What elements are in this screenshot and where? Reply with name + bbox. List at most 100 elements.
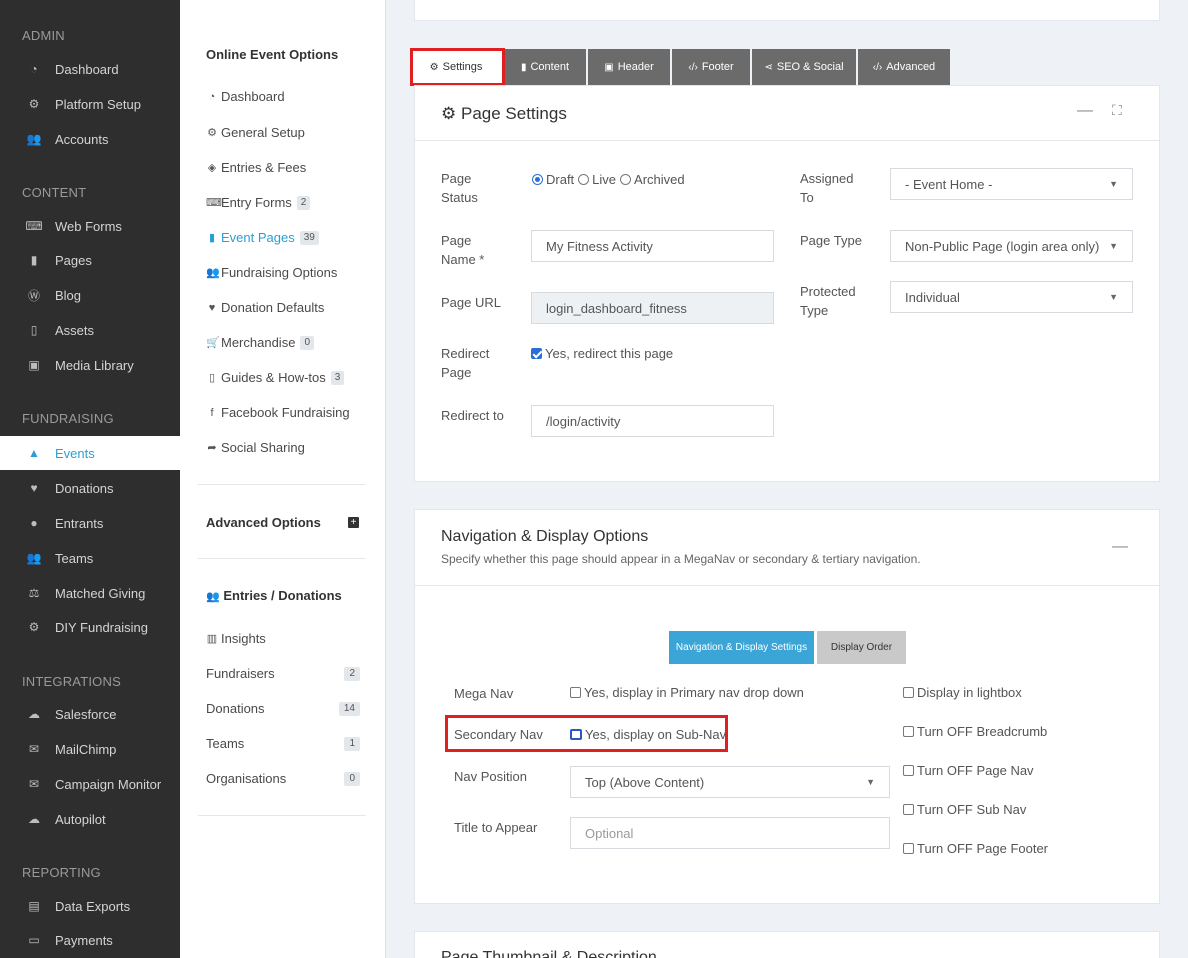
status-archived-radio[interactable] bbox=[620, 174, 632, 185]
subnav-insights[interactable]: ▥ Insights bbox=[206, 631, 266, 646]
turn-off-page-nav-row[interactable]: Turn OFF Page Nav bbox=[903, 763, 1034, 778]
sidebar-item-campaign-monitor[interactable]: ✉ Campaign Monitor bbox=[0, 767, 180, 801]
sidebar-item-entrants[interactable]: ● Entrants bbox=[0, 506, 180, 540]
page-url-input[interactable]: login_dashboard_fitness bbox=[531, 292, 774, 324]
subnav-donation-defaults[interactable]: ♥ Donation Defaults bbox=[206, 300, 325, 315]
redirect-to-input[interactable]: /login/activity bbox=[531, 405, 774, 437]
sidebar-item-dashboard[interactable]: ◔ Dashboard bbox=[0, 52, 180, 86]
file-icon: ▮ bbox=[520, 61, 527, 73]
subnav-organisations[interactable]: Organisations 0 bbox=[206, 771, 360, 786]
heart-icon: ♥ bbox=[30, 481, 38, 495]
display-in-lightbox-row[interactable]: Display in lightbox bbox=[903, 685, 1022, 700]
turn-off-breadcrumb-row[interactable]: Turn OFF Breadcrumb bbox=[903, 724, 1047, 739]
display-in-lightbox-checkbox[interactable] bbox=[903, 687, 914, 698]
tab-advanced[interactable]: ‹/› Advanced bbox=[858, 49, 950, 85]
subnav-dashboard[interactable]: ◔ Dashboard bbox=[206, 89, 285, 104]
sidebar-item-platform-setup[interactable]: ⚙ Platform Setup bbox=[0, 87, 180, 121]
subnav-entry-forms[interactable]: ⌨ Entry Forms 2 bbox=[206, 195, 311, 210]
navigation-display-title: Navigation & Display Options bbox=[441, 528, 649, 545]
plus-square-icon: + bbox=[348, 517, 359, 528]
page-settings-title: ⚙ Page Settings bbox=[441, 104, 567, 123]
redirect-page-checkbox-row[interactable]: Yes, redirect this page bbox=[531, 346, 673, 361]
sidebar-item-pages[interactable]: ▮ Pages bbox=[0, 243, 180, 277]
subnav-teams[interactable]: Teams 1 bbox=[206, 736, 360, 751]
sidebar-item-matched-giving[interactable]: ⚖ Matched Giving bbox=[0, 576, 180, 610]
expand-icon[interactable]: ⛶ bbox=[1112, 102, 1122, 119]
sidebar-item-media-library[interactable]: ▣ Media Library bbox=[0, 348, 180, 382]
envelope-icon: ✉ bbox=[28, 742, 40, 756]
protected-type-select[interactable]: Individual ▼ bbox=[890, 281, 1133, 313]
page-type-select[interactable]: Non-Public Page (login area only) ▼ bbox=[890, 230, 1133, 262]
minimize-icon[interactable]: — bbox=[1077, 102, 1093, 120]
users-icon: 👥 bbox=[206, 267, 220, 279]
previous-card bbox=[414, 0, 1160, 21]
display-order-button[interactable]: Display Order bbox=[817, 631, 906, 664]
subnav-event-pages[interactable]: ▮ Event Pages 39 bbox=[206, 230, 319, 245]
subnav-guides-howtos[interactable]: ▯ Guides & How-tos 3 bbox=[206, 370, 345, 385]
organisations-count-badge: 0 bbox=[344, 771, 360, 786]
navigation-display-settings-button[interactable]: Navigation & Display Settings bbox=[669, 631, 814, 664]
cart-icon: 🛒 bbox=[206, 337, 220, 349]
status-draft-radio[interactable] bbox=[532, 174, 543, 185]
sidebar-item-donations[interactable]: ♥ Donations bbox=[0, 471, 180, 505]
sidebar-item-assets[interactable]: ▯ Assets bbox=[0, 313, 180, 347]
sidebar-item-data-exports[interactable]: ▤ Data Exports bbox=[0, 889, 180, 923]
sidebar-item-events[interactable]: ▲ Events bbox=[0, 436, 180, 470]
page-thumbnail-card: Page Thumbnail & Description bbox=[414, 931, 1160, 958]
title-to-appear-label: Title to Appear bbox=[454, 820, 538, 835]
sidebar-item-salesforce[interactable]: ☁ Salesforce bbox=[0, 697, 180, 731]
sidebar-item-payments[interactable]: ▭ Payments bbox=[0, 923, 180, 957]
turn-off-page-nav-checkbox[interactable] bbox=[903, 765, 914, 776]
secondary-nav-checkbox-row[interactable]: Yes, display on Sub-Nav bbox=[570, 727, 726, 742]
subnav-merchandise[interactable]: 🛒 Merchandise 0 bbox=[206, 335, 314, 350]
sidebar-item-blog[interactable]: Ⓦ Blog bbox=[0, 278, 180, 312]
tab-header[interactable]: ▣ Header bbox=[588, 49, 670, 85]
page-name-input[interactable]: My Fitness Activity bbox=[531, 230, 774, 262]
sidebar-section-fundraising: FUNDRAISING bbox=[22, 411, 114, 426]
main-content: ⚙ Settings ▮ Content ▣ Header ‹/› Footer ⋖ SE… bbox=[386, 0, 1188, 958]
minimize-icon[interactable]: — bbox=[1112, 538, 1128, 556]
page-settings-card: ⚙ Page Settings — ⛶ Page Status Draft Li… bbox=[414, 85, 1160, 482]
turn-off-sub-nav-checkbox[interactable] bbox=[903, 804, 914, 815]
tab-seo-social[interactable]: ⋖ SEO & Social bbox=[752, 49, 856, 85]
redirect-page-checkbox[interactable] bbox=[531, 348, 542, 359]
nav-position-label: Nav Position bbox=[454, 769, 527, 784]
turn-off-breadcrumb-checkbox[interactable] bbox=[903, 726, 914, 737]
tab-settings[interactable]: ⚙ Settings bbox=[410, 49, 502, 85]
title-to-appear-input[interactable]: Optional bbox=[570, 817, 890, 849]
tab-content[interactable]: ▮ Content bbox=[504, 49, 586, 85]
subnav-fundraisers[interactable]: Fundraisers 2 bbox=[206, 666, 360, 681]
file-pdf-icon: ▯ bbox=[208, 372, 216, 384]
assigned-to-select[interactable]: - Event Home - ▼ bbox=[890, 168, 1133, 200]
fundraisers-count-badge: 2 bbox=[344, 666, 360, 681]
mega-nav-checkbox[interactable] bbox=[570, 687, 581, 698]
subnav-facebook-fundraising[interactable]: f Facebook Fundraising bbox=[206, 405, 349, 420]
divider bbox=[415, 140, 1159, 141]
turn-off-page-footer-checkbox[interactable] bbox=[903, 843, 914, 854]
redirect-to-label: Redirect to bbox=[441, 408, 504, 423]
sidebar-item-autopilot[interactable]: ☁ Autopilot bbox=[0, 802, 180, 836]
nav-position-select[interactable]: Top (Above Content) ▼ bbox=[570, 766, 890, 798]
sidebar-item-teams[interactable]: 👥 Teams bbox=[0, 541, 180, 575]
subnav-entries-fees[interactable]: ◈ Entries & Fees bbox=[206, 160, 307, 175]
sidebar-item-accounts[interactable]: 👥 Accounts bbox=[0, 122, 180, 156]
entry-forms-count-badge: 2 bbox=[296, 195, 311, 210]
advanced-options-toggle[interactable]: Advanced Options + bbox=[206, 515, 359, 530]
status-live-radio[interactable] bbox=[578, 174, 590, 185]
mega-nav-checkbox-row[interactable]: Yes, display in Primary nav drop down bbox=[570, 685, 804, 700]
subnav-fundraising-options[interactable]: 👥 Fundraising Options bbox=[206, 265, 337, 280]
tab-footer[interactable]: ‹/› Footer bbox=[672, 49, 750, 85]
gear-icon: ⚙ bbox=[429, 61, 439, 73]
turn-off-sub-nav-row[interactable]: Turn OFF Sub Nav bbox=[903, 802, 1026, 817]
sidebar-item-mailchimp[interactable]: ✉ MailChimp bbox=[0, 732, 180, 766]
turn-off-page-footer-row[interactable]: Turn OFF Page Footer bbox=[903, 841, 1048, 856]
sidebar-item-diy-fundraising[interactable]: ⚙ DIY Fundraising bbox=[0, 610, 180, 644]
page-thumbnail-title: Page Thumbnail & Description bbox=[441, 949, 657, 958]
subnav-social-sharing[interactable]: ➦ Social Sharing bbox=[206, 440, 304, 455]
secondary-nav-checkbox[interactable] bbox=[570, 729, 582, 740]
gear-icon: ⚙ bbox=[207, 127, 217, 139]
sidebar-item-web-forms[interactable]: ⌨ Web Forms bbox=[0, 209, 180, 243]
page-name-label: Page Name * bbox=[441, 233, 485, 267]
subnav-general-setup[interactable]: ⚙ General Setup bbox=[206, 125, 305, 140]
subnav-donations[interactable]: Donations 14 bbox=[206, 701, 360, 716]
